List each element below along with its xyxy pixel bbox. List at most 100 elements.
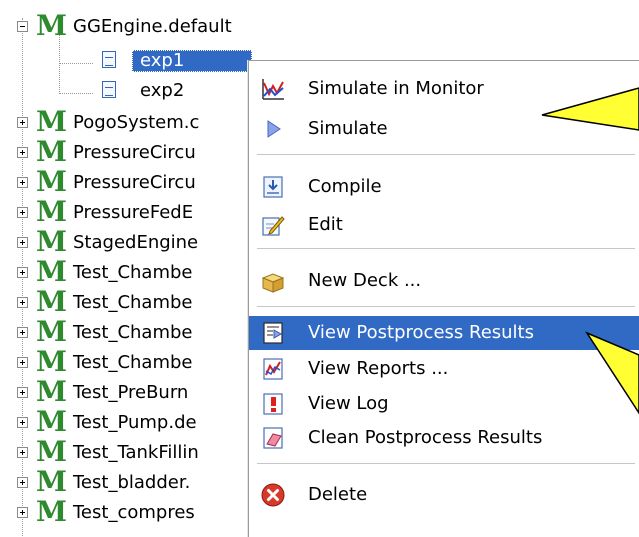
project-tree[interactable]: M GGEngine.default exp1 exp2 M PogoSyste… [0,0,260,536]
tree-row-label: Test_TankFillin [73,442,199,463]
tree-row[interactable]: M Test_Chambe [0,255,260,288]
menu-item-edit[interactable]: Edit [249,208,639,242]
menu-item-view-postprocess-results[interactable]: View Postprocess Results [249,316,639,350]
view-results-icon [261,321,285,345]
tree-row-label: exp1 [140,50,185,71]
expand-icon[interactable] [17,297,28,308]
model-icon: M [36,135,67,168]
model-icon: M [36,255,67,288]
menu-item-view-reports[interactable]: View Reports ... [249,352,639,386]
menu-item-new-deck[interactable]: New Deck ... [249,264,639,298]
tree-row-label: Test_Chambe [73,322,193,343]
tree-row[interactable]: M Test_TankFillin [0,435,260,468]
menu-item-label: Edit [308,214,343,235]
expand-icon[interactable] [17,507,28,518]
document-icon [102,51,116,68]
tree-row-label: StagedEngine [73,232,199,253]
tree-row-label: PressureCircu [73,172,196,193]
tree-row-label: Test_Chambe [73,262,193,283]
menu-item-compile[interactable]: Compile [249,170,639,204]
tree-row-label: Test_bladder. [73,472,191,493]
model-icon: M [36,405,67,438]
tree-row[interactable]: M Test_bladder. [0,465,260,498]
menu-item-label: Clean Postprocess Results [308,427,543,448]
menu-item-delete[interactable]: Delete [249,478,639,512]
tree-row-label: Test_compres [73,502,195,523]
model-icon: M [36,465,67,498]
model-icon: M [36,495,67,528]
menu-item-label: View Log [308,393,389,414]
model-icon: M [36,315,67,348]
tree-row-label: Test_Chambe [73,292,193,313]
edit-pencil-icon [261,213,285,237]
compile-icon [261,175,285,199]
tree-row-exp2[interactable]: exp2 [0,78,260,104]
expand-icon[interactable] [17,387,28,398]
model-icon: M [36,345,67,378]
tree-row-ggengine[interactable]: M GGEngine.default [0,9,260,42]
expand-icon[interactable] [17,447,28,458]
tree-row[interactable]: M Test_Chambe [0,285,260,318]
expand-icon[interactable] [17,477,28,488]
menu-item-label: Delete [308,484,368,505]
menu-separator [257,463,635,464]
tree-row-label: PressureCircu [73,142,196,163]
clean-results-icon [261,426,285,450]
callout-pointer-top [541,87,639,131]
menu-item-label: View Postprocess Results [308,322,534,343]
expand-icon[interactable] [17,207,28,218]
menu-item-label: New Deck ... [308,270,422,291]
deck-box-icon [261,269,285,293]
tree-row[interactable]: M Test_PreBurn [0,375,260,408]
expand-icon[interactable] [17,237,28,248]
tree-row[interactable]: M Test_Pump.de [0,405,260,438]
document-icon [102,81,116,98]
model-icon: M [36,375,67,408]
tree-row[interactable]: M PogoSystem.c [0,105,260,138]
expand-icon[interactable] [17,417,28,428]
menu-item-label: View Reports ... [308,358,449,379]
tree-row-label: Test_PreBurn [73,382,189,403]
expand-icon[interactable] [17,117,28,128]
tree-row-label: PogoSystem.c [73,112,200,133]
menu-item-view-log[interactable]: View Log [249,387,639,421]
reports-icon [261,357,285,381]
expand-icon[interactable] [17,357,28,368]
expand-icon[interactable] [17,327,28,338]
tree-row[interactable]: M Test_compres [0,495,260,528]
tree-row[interactable]: M PressureCircu [0,165,260,198]
monitor-chart-icon [261,77,285,101]
play-triangle-icon [261,117,285,141]
model-icon: M [36,435,67,468]
model-icon: M [36,165,67,198]
menu-separator [257,248,635,249]
expand-icon[interactable] [17,147,28,158]
tree-row-label: PressureFedE [73,202,194,223]
model-icon: M [36,195,67,228]
tree-row[interactable]: M PressureCircu [0,135,260,168]
delete-icon [261,483,285,507]
tree-row[interactable]: M Test_Chambe [0,345,260,378]
collapse-icon[interactable] [17,21,28,32]
tree-row[interactable]: M PressureFedE [0,195,260,228]
model-icon: M [36,285,67,318]
model-icon: M [36,225,67,258]
tree-row-label: Test_Chambe [73,352,193,373]
expand-icon[interactable] [17,267,28,278]
tree-row[interactable]: M StagedEngine [0,225,260,258]
tree-row-label: exp2 [140,80,185,101]
menu-item-label: Compile [308,176,382,197]
tree-row-label: Test_Pump.de [73,412,197,433]
log-icon [261,392,285,416]
menu-item-label: Simulate [308,118,388,139]
tree-row-label: GGEngine.default [73,16,232,37]
model-icon: M [36,105,67,138]
expand-icon[interactable] [17,177,28,188]
callout-pointer-bottom [585,331,639,415]
menu-item-clean-postprocess-results[interactable]: Clean Postprocess Results [249,421,639,455]
menu-separator [257,154,635,155]
menu-item-label: Simulate in Monitor [308,78,484,99]
tree-row-exp1[interactable]: exp1 [0,48,260,74]
tree-row[interactable]: M Test_Chambe [0,315,260,348]
model-icon: M [36,9,67,42]
